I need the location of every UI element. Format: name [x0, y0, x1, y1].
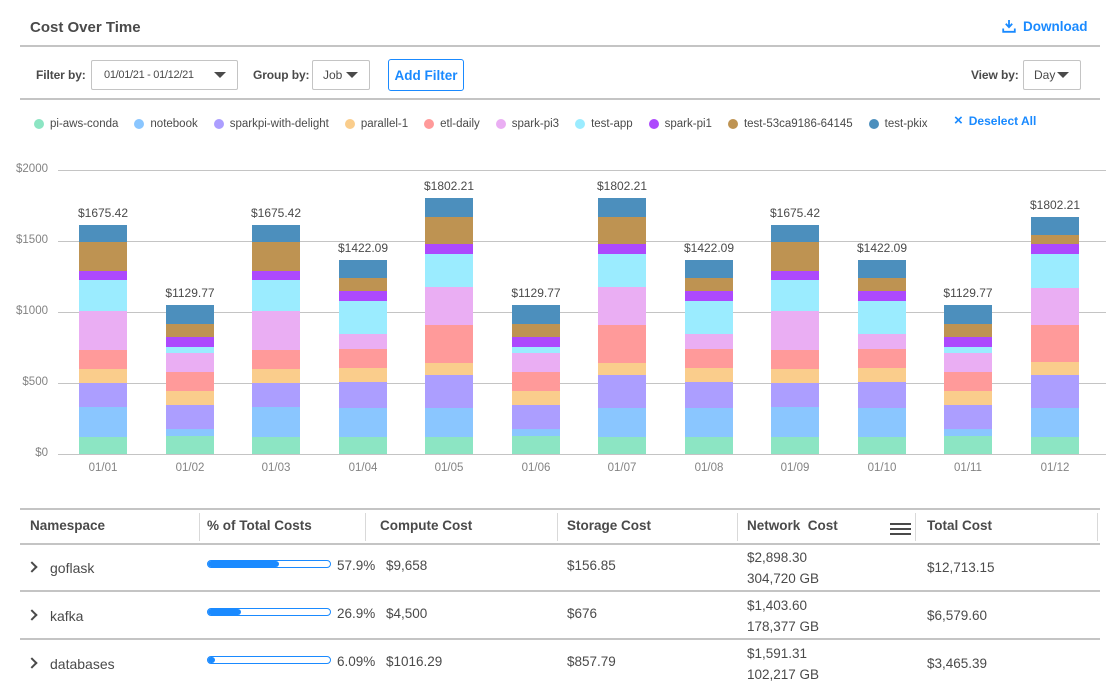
total-cost-cell: $12,713.15: [927, 560, 995, 575]
compute-cost-cell: $4,500: [386, 606, 427, 621]
network-cost-cell: $2,898.30: [747, 550, 807, 565]
compute-cost-cell: $1016.29: [386, 654, 442, 669]
network-gb-cell: 304,720 GB: [747, 571, 819, 586]
network-gb-cell: 178,377 GB: [747, 619, 819, 634]
total-cost-cell: $6,579.60: [927, 608, 987, 623]
progress-bar-kafka: [207, 608, 331, 616]
column-header-namespace[interactable]: Namespace: [30, 518, 105, 533]
expand-chevron-kafka[interactable]: [26, 609, 37, 620]
column-header-total-cost[interactable]: Total Cost: [927, 518, 992, 533]
column-divider: [1097, 513, 1098, 541]
column-menu-icon[interactable]: [890, 523, 911, 535]
network-gb-cell: 102,217 GB: [747, 667, 819, 682]
progress-fill: [208, 657, 215, 663]
column-divider: [737, 513, 738, 541]
column-divider: [199, 513, 200, 541]
column-divider: [557, 513, 558, 541]
storage-cost-cell: $676: [567, 606, 597, 621]
column-header-network-cost[interactable]: Network Cost: [747, 518, 838, 533]
network-cost-cell: $1,591.31: [747, 646, 807, 661]
compute-cost-cell: $9,658: [386, 558, 427, 573]
column-divider: [915, 513, 916, 541]
column-header-storage-cost[interactable]: Storage Cost: [567, 518, 651, 533]
progress-fill: [208, 561, 279, 567]
column-header-pct-of-total-costs[interactable]: % of Total Costs: [207, 518, 312, 533]
storage-cost-cell: $156.85: [567, 558, 616, 573]
table-top-border: [20, 508, 1100, 510]
namespace-cell: goflask: [50, 560, 94, 576]
column-divider: [365, 513, 366, 541]
progress-bar-goflask: [207, 560, 331, 568]
namespace-cell: databases: [50, 656, 115, 672]
pct-cell: 57.9%: [337, 558, 375, 573]
progress-fill: [208, 609, 241, 615]
table-header-border: [20, 543, 1100, 545]
pct-cell: 6.09%: [337, 654, 375, 669]
column-header-compute-cost[interactable]: Compute Cost: [380, 518, 472, 533]
storage-cost-cell: $857.79: [567, 654, 616, 669]
namespace-cell: kafka: [50, 608, 83, 624]
row-divider: [20, 638, 1100, 640]
row-divider: [20, 590, 1100, 592]
total-cost-cell: $3,465.39: [927, 656, 987, 671]
namespace-cost-table: Namespace % of Total Costs Compute Cost Sto…: [0, 0, 1120, 687]
expand-chevron-databases[interactable]: [26, 657, 37, 668]
expand-chevron-goflask[interactable]: [26, 561, 37, 572]
progress-bar-databases: [207, 656, 331, 664]
network-cost-cell: $1,403.60: [747, 598, 807, 613]
pct-cell: 26.9%: [337, 606, 375, 621]
